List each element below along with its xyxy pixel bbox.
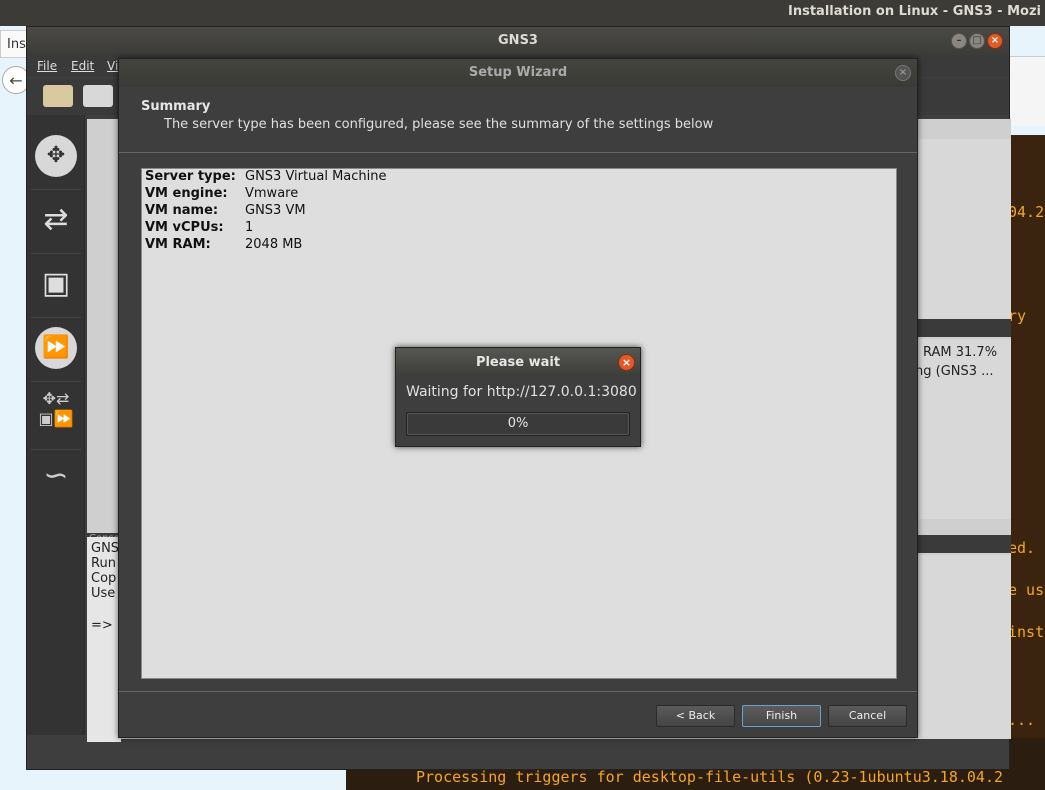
close-icon[interactable]: × xyxy=(895,65,911,81)
minimize-icon[interactable]: – xyxy=(951,33,967,49)
summary-value: 1 xyxy=(245,220,254,235)
separator xyxy=(31,189,81,190)
end-device-icon[interactable]: ▣ xyxy=(35,263,77,305)
summary-value: 2048 MB xyxy=(245,237,303,252)
active-window-title: Installation on Linux - GNS3 - Mozi xyxy=(788,4,1041,19)
new-project-icon[interactable] xyxy=(43,85,73,107)
terminal-text: e us xyxy=(1008,581,1045,599)
console-line: => xyxy=(91,618,113,633)
summary-key: Server type: xyxy=(145,169,236,184)
wizard-page-title: Summary xyxy=(141,99,211,114)
menu-file[interactable]: File xyxy=(37,59,57,73)
wizard-titlebar: Setup Wizard × xyxy=(119,59,917,87)
topology-summary-panel xyxy=(915,139,1011,319)
separator xyxy=(31,449,81,450)
summary-key: VM engine: xyxy=(145,186,228,201)
security-device-icon[interactable]: ⏩ xyxy=(35,327,77,369)
browser-toolbar-fragment xyxy=(1010,56,1045,126)
wizard-header: Summary The server type has been configu… xyxy=(119,91,917,153)
wizard-page-subtitle: The server type has been configured, ple… xyxy=(164,117,714,132)
server-stat-text: RAM 31.7% xyxy=(923,345,998,360)
maximize-icon[interactable]: □ xyxy=(969,33,985,49)
switch-icon[interactable]: ⇄ xyxy=(35,199,77,241)
please-wait-dialog: Please wait × Waiting for http://127.0.0… xyxy=(395,347,641,447)
router-icon[interactable]: ✥ xyxy=(35,135,77,177)
add-link-icon[interactable]: ∽ xyxy=(35,455,77,497)
summary-value: GNS3 VM xyxy=(245,203,306,218)
console-line: Run xyxy=(91,556,116,571)
console-line: Cop xyxy=(91,571,117,586)
terminal-text: ed. xyxy=(1008,539,1036,557)
terminal-window-fragment: 04.2 ry ed. e us inst ... xyxy=(1008,135,1045,790)
gns3-window-title: GNS3 xyxy=(498,33,538,48)
device-toolbar: ✥ ⇄ ▣ ⏩ ✥⇄ ▣⏩ ∽ xyxy=(27,115,85,735)
divider xyxy=(119,691,917,692)
close-icon[interactable]: × xyxy=(618,354,635,371)
back-button[interactable]: < Back xyxy=(656,705,735,727)
close-icon[interactable]: × xyxy=(987,33,1003,49)
wait-title: Please wait xyxy=(475,355,561,370)
browser-tab-label: Ins xyxy=(7,37,26,52)
console-panel[interactable]: GNS Run Cop Use => xyxy=(87,537,121,742)
summary-key: VM name: xyxy=(145,203,219,218)
console-line: GNS xyxy=(91,541,120,556)
summary-key: VM RAM: xyxy=(145,237,211,252)
servers-dock-title xyxy=(915,319,1011,337)
progress-label: 0% xyxy=(507,416,529,431)
all-devices-icon[interactable]: ✥⇄ ▣⏩ xyxy=(35,389,77,431)
dock-panel xyxy=(915,555,1011,739)
wait-message: Waiting for http://127.0.0.1:3080 xyxy=(406,384,637,400)
dock-title xyxy=(915,535,1011,553)
separator xyxy=(31,381,81,382)
wait-titlebar: Please wait × xyxy=(396,348,640,377)
open-project-icon[interactable] xyxy=(83,85,113,107)
progress-bar: 0% xyxy=(406,412,630,436)
terminal-text: inst xyxy=(1008,623,1045,641)
summary-value: GNS3 Virtual Machine xyxy=(245,169,387,184)
gns3-titlebar: GNS3 – □ × xyxy=(27,27,1009,55)
summary-key: VM vCPUs: xyxy=(145,220,224,235)
terminal-text: ... xyxy=(1008,711,1036,729)
console-line: Use xyxy=(91,586,116,601)
menu-view[interactable]: Vi xyxy=(107,59,118,73)
menu-edit[interactable]: Edit xyxy=(71,59,94,73)
summary-value: Vmware xyxy=(245,186,299,201)
cancel-button[interactable]: Cancel xyxy=(828,705,907,727)
finish-button[interactable]: Finish xyxy=(742,705,821,727)
server-status-text: ng (GNS3 ... xyxy=(915,364,994,379)
right-dock: RAM 31.7% ng (GNS3 ... xyxy=(915,139,1011,739)
separator xyxy=(31,253,81,254)
separator xyxy=(31,317,81,318)
terminal-output-line: Processing triggers for desktop-file-uti… xyxy=(416,768,1003,786)
terminal-text: 04.2 xyxy=(1008,203,1045,221)
wizard-title: Setup Wizard xyxy=(468,65,568,80)
desktop-top-bar: Installation on Linux - GNS3 - Mozi xyxy=(0,0,1045,26)
servers-summary-panel: RAM 31.7% ng (GNS3 ... xyxy=(915,339,1011,519)
